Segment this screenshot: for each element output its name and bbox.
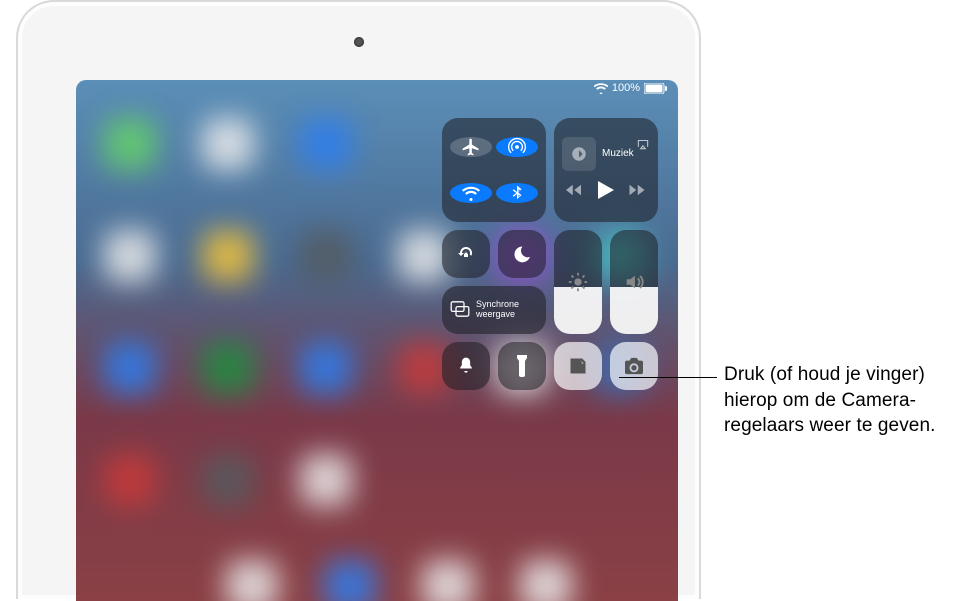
flashlight-button[interactable] (498, 342, 546, 390)
battery-icon (644, 83, 668, 94)
silent-mode-toggle[interactable] (442, 342, 490, 390)
wifi-toggle[interactable] (450, 183, 492, 203)
bluetooth-toggle[interactable] (496, 183, 538, 203)
rotation-lock-toggle[interactable] (442, 230, 490, 278)
ipad-frame: 100% (16, 0, 701, 599)
airplay-icon[interactable] (636, 137, 650, 154)
media-art-placeholder (562, 137, 596, 171)
camera-button[interactable] (610, 342, 658, 390)
connectivity-group (442, 118, 546, 222)
callout-text: Druk (of houd je vinger) hierop om de Ca… (724, 362, 959, 439)
screen-mirror-icon (450, 301, 470, 319)
callout-leader-line (619, 377, 717, 378)
brightness-slider[interactable] (554, 230, 602, 334)
ipad-front-camera (354, 37, 364, 47)
control-center: Muziek (442, 118, 664, 390)
battery-percent: 100% (612, 82, 640, 94)
screen-mirroring-button[interactable]: Synchrone weergave (442, 286, 546, 334)
next-track-button[interactable] (628, 183, 646, 200)
quick-note-button[interactable] (554, 342, 602, 390)
volume-slider[interactable] (610, 230, 658, 334)
media-title: Muziek (602, 148, 634, 159)
play-button[interactable] (598, 181, 614, 202)
previous-track-button[interactable] (566, 183, 584, 200)
airdrop-toggle[interactable] (496, 137, 538, 157)
media-playback-tile[interactable]: Muziek (554, 118, 658, 222)
status-bar: 100% (594, 82, 668, 94)
wifi-icon (594, 83, 608, 94)
airplane-mode-toggle[interactable] (450, 137, 492, 157)
ipad-screen: 100% (76, 80, 678, 601)
screen-mirror-label: Synchrone weergave (476, 300, 538, 320)
do-not-disturb-toggle[interactable] (498, 230, 546, 278)
